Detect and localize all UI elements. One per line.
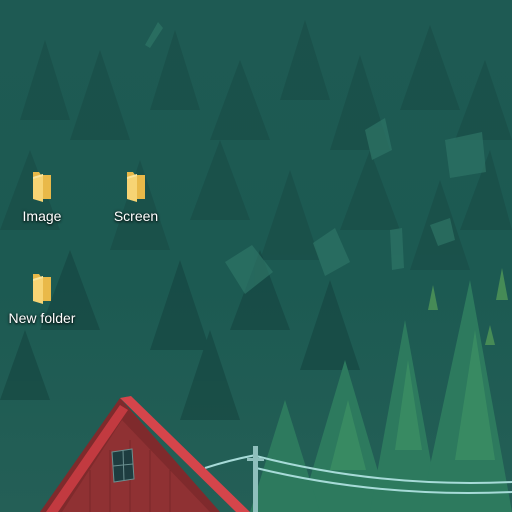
desktop-icon-label: Image — [22, 208, 62, 224]
folder-icon — [33, 172, 51, 202]
desktop: Image Screen New folder — [0, 0, 512, 512]
folder-icon — [33, 274, 51, 304]
desktop-icon-screen[interactable]: Screen — [94, 166, 178, 236]
desktop-icon-label: New folder — [8, 310, 76, 326]
desktop-icon-image[interactable]: Image — [0, 166, 84, 236]
desktop-icon-label: Screen — [113, 208, 159, 224]
desktop-icon-new-folder[interactable]: New folder — [0, 268, 84, 338]
wallpaper — [0, 0, 512, 512]
folder-icon — [127, 172, 145, 202]
